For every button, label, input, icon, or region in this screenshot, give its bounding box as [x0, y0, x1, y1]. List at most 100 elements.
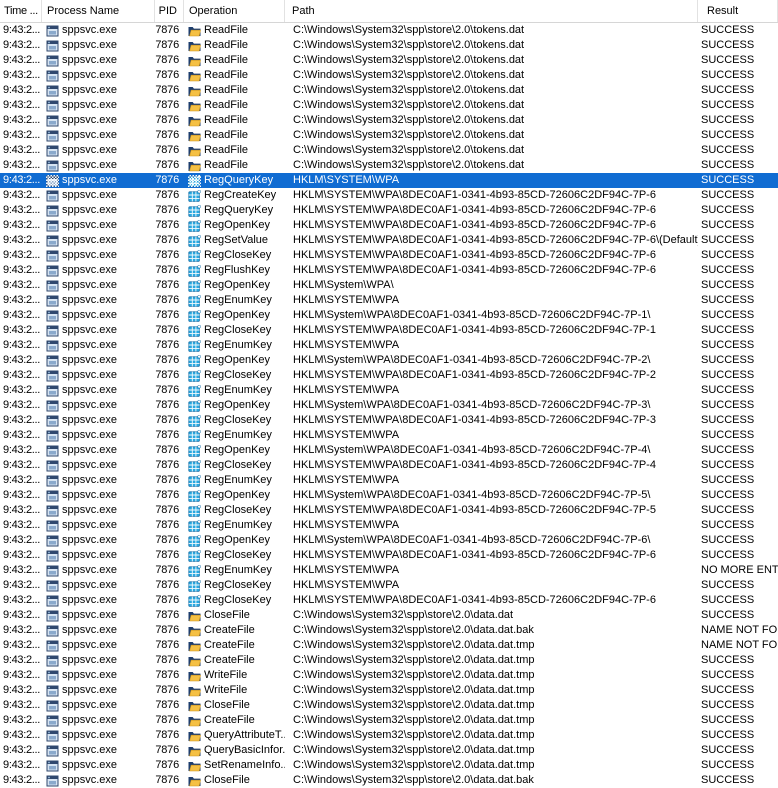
cell-time: 9:43:2... [0, 653, 42, 668]
table-row[interactable]: 9:43:2...sppsvc.exe7876QueryAttributeT..… [0, 728, 778, 743]
table-row[interactable]: 9:43:2...sppsvc.exe7876ReadFileC:\Window… [0, 23, 778, 38]
table-row[interactable]: 9:43:2...sppsvc.exe7876RegOpenKeyHKLM\Sy… [0, 398, 778, 413]
cell-path: HKLM\SYSTEM\WPA [285, 563, 698, 578]
table-row[interactable]: 9:43:2...sppsvc.exe7876WriteFileC:\Windo… [0, 683, 778, 698]
table-row[interactable]: 9:43:2...sppsvc.exe7876RegOpenKeyHKLM\Sy… [0, 353, 778, 368]
table-row[interactable]: 9:43:2...sppsvc.exe7876RegCreateKeyHKLM\… [0, 188, 778, 203]
cell-operation: RegQueryKey [184, 173, 285, 188]
app-window-icon [46, 385, 59, 397]
table-row[interactable]: 9:43:2...sppsvc.exe7876RegOpenKeyHKLM\Sy… [0, 278, 778, 293]
table-row[interactable]: 9:43:2...sppsvc.exe7876QueryBasicInfor..… [0, 743, 778, 758]
table-row[interactable]: 9:43:2...sppsvc.exe7876RegCloseKeyHKLM\S… [0, 413, 778, 428]
cell-time: 9:43:2... [0, 143, 42, 158]
table-row[interactable]: 9:43:2...sppsvc.exe7876RegOpenKeyHKLM\Sy… [0, 308, 778, 323]
cell-pid: 7876 [155, 743, 184, 758]
table-row[interactable]: 9:43:2...sppsvc.exe7876ReadFileC:\Window… [0, 68, 778, 83]
folder-icon [188, 685, 201, 697]
cell-pid: 7876 [155, 353, 184, 368]
table-row[interactable]: 9:43:2...sppsvc.exe7876RegEnumKeyHKLM\SY… [0, 293, 778, 308]
cell-path: HKLM\SYSTEM\WPA\8DEC0AF1-0341-4b93-85CD-… [285, 413, 698, 428]
cell-pid: 7876 [155, 98, 184, 113]
table-row[interactable]: 9:43:2...sppsvc.exe7876RegCloseKeyHKLM\S… [0, 323, 778, 338]
app-window-icon [46, 430, 59, 442]
table-row[interactable]: 9:43:2...sppsvc.exe7876RegCloseKeyHKLM\S… [0, 368, 778, 383]
table-row[interactable]: 9:43:2...sppsvc.exe7876RegQueryKeyHKLM\S… [0, 203, 778, 218]
cell-process-name: sppsvc.exe [42, 383, 155, 398]
app-window-icon [46, 715, 59, 727]
table-row[interactable]: 9:43:2...sppsvc.exe7876CreateFileC:\Wind… [0, 638, 778, 653]
registry-key-icon [188, 505, 201, 517]
cell-result: SUCCESS [698, 23, 778, 38]
table-row[interactable]: 9:43:2...sppsvc.exe7876ReadFileC:\Window… [0, 113, 778, 128]
table-row[interactable]: 9:43:2...sppsvc.exe7876RegCloseKeyHKLM\S… [0, 503, 778, 518]
column-header-path[interactable]: Path [285, 0, 698, 22]
column-header-pid[interactable]: PID [155, 0, 184, 22]
cell-pid: 7876 [155, 128, 184, 143]
table-row[interactable]: 9:43:2...sppsvc.exe7876RegQueryKeyHKLM\S… [0, 173, 778, 188]
registry-key-icon [188, 370, 201, 382]
table-row[interactable]: 9:43:2...sppsvc.exe7876RegCloseKeyHKLM\S… [0, 548, 778, 563]
cell-time: 9:43:2... [0, 308, 42, 323]
table-row[interactable]: 9:43:2...sppsvc.exe7876ReadFileC:\Window… [0, 128, 778, 143]
cell-time: 9:43:2... [0, 293, 42, 308]
table-row[interactable]: 9:43:2...sppsvc.exe7876CreateFileC:\Wind… [0, 653, 778, 668]
table-row[interactable]: 9:43:2...sppsvc.exe7876RegCloseKeyHKLM\S… [0, 578, 778, 593]
table-row[interactable]: 9:43:2...sppsvc.exe7876ReadFileC:\Window… [0, 158, 778, 173]
column-header-operation[interactable]: Operation [184, 0, 285, 22]
cell-result: SUCCESS [698, 338, 778, 353]
table-row[interactable]: 9:43:2...sppsvc.exe7876RegEnumKeyHKLM\SY… [0, 383, 778, 398]
table-row[interactable]: 9:43:2...sppsvc.exe7876ReadFileC:\Window… [0, 38, 778, 53]
table-row[interactable]: 9:43:2...sppsvc.exe7876RegOpenKeyHKLM\Sy… [0, 443, 778, 458]
registry-key-icon [188, 265, 201, 277]
cell-result: SUCCESS [698, 398, 778, 413]
table-row[interactable]: 9:43:2...sppsvc.exe7876SetRenameInfo...C… [0, 758, 778, 773]
cell-pid: 7876 [155, 173, 184, 188]
cell-process-name: sppsvc.exe [42, 278, 155, 293]
table-row[interactable]: 9:43:2...sppsvc.exe7876RegCloseKeyHKLM\S… [0, 458, 778, 473]
table-row[interactable]: 9:43:2...sppsvc.exe7876ReadFileC:\Window… [0, 98, 778, 113]
table-row[interactable]: 9:43:2...sppsvc.exe7876WriteFileC:\Windo… [0, 668, 778, 683]
table-row[interactable]: 9:43:2...sppsvc.exe7876RegEnumKeyHKLM\SY… [0, 473, 778, 488]
cell-operation: RegOpenKey [184, 218, 285, 233]
cell-operation: ReadFile [184, 38, 285, 53]
table-row[interactable]: 9:43:2...sppsvc.exe7876RegOpenKeyHKLM\Sy… [0, 488, 778, 503]
table-row[interactable]: 9:43:2...sppsvc.exe7876CreateFileC:\Wind… [0, 623, 778, 638]
table-row[interactable]: 9:43:2...sppsvc.exe7876CloseFileC:\Windo… [0, 698, 778, 713]
cell-pid: 7876 [155, 548, 184, 563]
cell-result: SUCCESS [698, 203, 778, 218]
column-header-time[interactable]: Time ... [0, 0, 42, 22]
table-row[interactable]: 9:43:2...sppsvc.exe7876ReadFileC:\Window… [0, 83, 778, 98]
table-row[interactable]: 9:43:2...sppsvc.exe7876RegFlushKeyHKLM\S… [0, 263, 778, 278]
table-row[interactable]: 9:43:2...sppsvc.exe7876RegCloseKeyHKLM\S… [0, 593, 778, 608]
cell-path: C:\Windows\System32\spp\store\2.0\data.d… [285, 713, 698, 728]
registry-key-icon [188, 550, 201, 562]
cell-pid: 7876 [155, 38, 184, 53]
app-window-icon [46, 475, 59, 487]
cell-path: HKLM\SYSTEM\WPA [285, 293, 698, 308]
table-row[interactable]: 9:43:2...sppsvc.exe7876RegSetValueHKLM\S… [0, 233, 778, 248]
table-row[interactable]: 9:43:2...sppsvc.exe7876CreateFileC:\Wind… [0, 713, 778, 728]
cell-path: C:\Windows\System32\spp\store\2.0\tokens… [285, 38, 698, 53]
cell-pid: 7876 [155, 83, 184, 98]
cell-result: SUCCESS [698, 308, 778, 323]
table-row[interactable]: 9:43:2...sppsvc.exe7876ReadFileC:\Window… [0, 143, 778, 158]
app-window-icon [46, 400, 59, 412]
table-row[interactable]: 9:43:2...sppsvc.exe7876RegOpenKeyHKLM\Sy… [0, 533, 778, 548]
cell-process-name: sppsvc.exe [42, 488, 155, 503]
cell-pid: 7876 [155, 263, 184, 278]
table-row[interactable]: 9:43:2...sppsvc.exe7876RegEnumKeyHKLM\SY… [0, 428, 778, 443]
table-row[interactable]: 9:43:2...sppsvc.exe7876CloseFileC:\Windo… [0, 608, 778, 623]
table-row[interactable]: 9:43:2...sppsvc.exe7876RegCloseKeyHKLM\S… [0, 248, 778, 263]
cell-path: C:\Windows\System32\spp\store\2.0\data.d… [285, 728, 698, 743]
column-header-result[interactable]: Result [698, 0, 778, 22]
table-row[interactable]: 9:43:2...sppsvc.exe7876ReadFileC:\Window… [0, 53, 778, 68]
cell-time: 9:43:2... [0, 518, 42, 533]
table-row[interactable]: 9:43:2...sppsvc.exe7876CloseFileC:\Windo… [0, 773, 778, 788]
table-row[interactable]: 9:43:2...sppsvc.exe7876RegOpenKeyHKLM\SY… [0, 218, 778, 233]
table-row[interactable]: 9:43:2...sppsvc.exe7876RegEnumKeyHKLM\SY… [0, 518, 778, 533]
table-row[interactable]: 9:43:2...sppsvc.exe7876RegEnumKeyHKLM\SY… [0, 338, 778, 353]
table-row[interactable]: 9:43:2...sppsvc.exe7876RegEnumKeyHKLM\SY… [0, 563, 778, 578]
cell-path: HKLM\System\WPA\8DEC0AF1-0341-4b93-85CD-… [285, 443, 698, 458]
column-header-process-name[interactable]: Process Name [42, 0, 155, 22]
cell-path: HKLM\SYSTEM\WPA [285, 578, 698, 593]
